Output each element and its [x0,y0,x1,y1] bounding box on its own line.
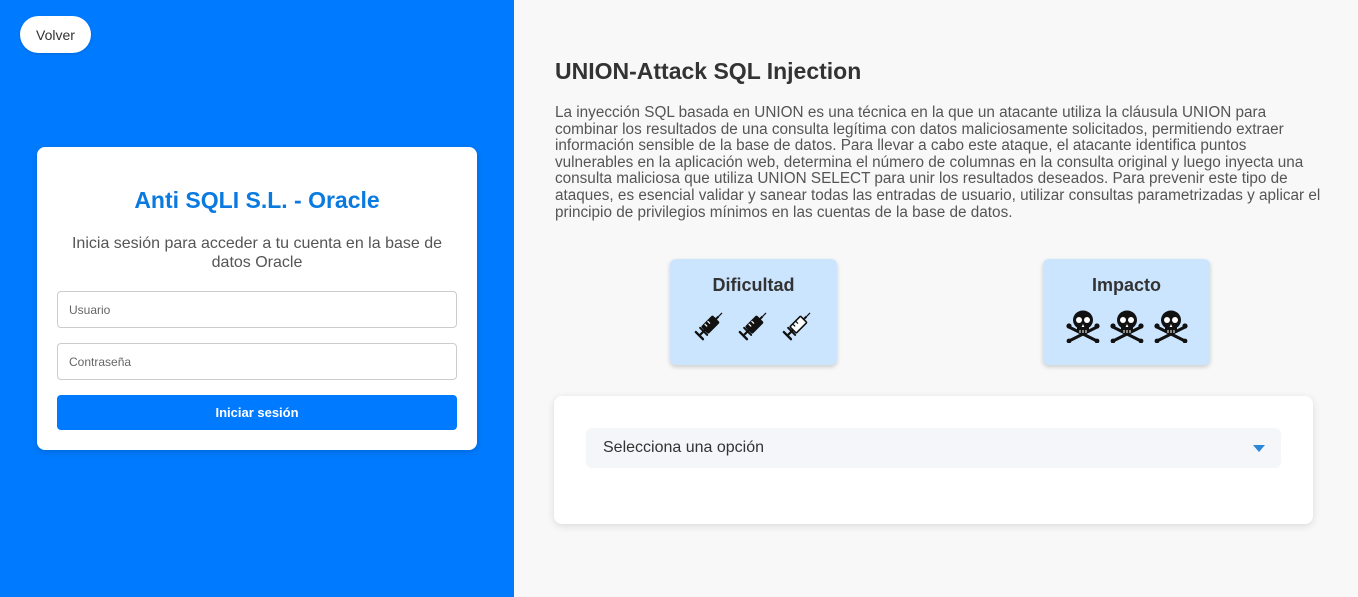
left-panel: Volver Anti SQLI S.L. - Oracle Inicia se… [0,0,514,597]
page-title: UNION-Attack SQL Injection [555,58,862,84]
username-input[interactable] [57,291,457,328]
login-button[interactable]: Iniciar sesión [57,395,457,430]
difficulty-rating [670,307,837,345]
skull-crossbones-icon [1109,310,1144,343]
skull-crossbones-icon [1065,310,1100,343]
password-input[interactable] [57,343,457,380]
difficulty-card: Dificultad [670,259,837,365]
difficulty-title: Dificultad [712,275,795,295]
select-value: Selecciona una opción [603,439,765,456]
syringe-icon [694,312,722,341]
attack-description: La inyección SQL basada en UNION es una … [555,104,1321,221]
login-subtitle: Inicia sesión para acceder a tu cuenta e… [71,235,443,271]
login-card: Anti SQLI S.L. - Oracle Inicia sesión pa… [37,147,477,450]
right-panel: UNION-Attack SQL Injection La inyección … [514,0,1358,597]
back-button[interactable]: Volver [20,16,91,53]
chevron-down-icon [1253,445,1265,452]
impact-title: Impacto [1091,275,1161,295]
login-title: Anti SQLI S.L. - Oracle [134,187,380,213]
option-select[interactable]: Selecciona una opción [586,428,1281,468]
skull-crossbones-icon [1153,310,1188,343]
select-card: Selecciona una opción [554,396,1313,524]
syringe-icon [738,312,766,341]
impact-card: Impacto [1043,259,1210,365]
impact-rating [1043,307,1210,345]
syringe-icon [782,312,810,341]
